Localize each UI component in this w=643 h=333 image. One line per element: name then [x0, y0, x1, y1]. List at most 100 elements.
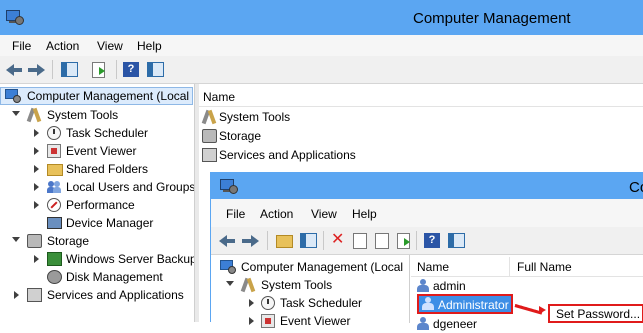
expand-arrow-icon[interactable]: [12, 237, 20, 242]
expand-arrow-icon[interactable]: [34, 129, 39, 137]
back-arrow-icon[interactable]: [219, 232, 237, 249]
list-item[interactable]: Services and Applications: [199, 146, 643, 164]
tree-item-system-tools[interactable]: System Tools: [0, 106, 194, 124]
properties-icon[interactable]: [351, 232, 369, 249]
menu-action[interactable]: Action: [46, 39, 79, 53]
list-item[interactable]: System Tools: [199, 108, 643, 126]
tools-icon: [201, 109, 217, 125]
tree-item-label: Storage: [47, 234, 90, 248]
tree-item-label: Shared Folders: [66, 162, 149, 176]
context-menu-set-password[interactable]: Set Password...: [548, 304, 643, 323]
column-header-name[interactable]: Name: [417, 260, 449, 274]
inner-console-tree: Computer Management (Local System Tools …: [217, 255, 410, 328]
tree-item-services-and-applications[interactable]: Services and Applications: [0, 286, 194, 304]
tree-item-windows-server-backup[interactable]: Windows Server Backup: [0, 250, 197, 268]
user-name: admin: [433, 279, 466, 293]
context-menu-item-label: Set Password...: [556, 307, 641, 321]
list-item-label: System Tools: [219, 110, 291, 124]
expand-arrow-icon[interactable]: [34, 165, 39, 173]
menu-view[interactable]: View: [97, 39, 123, 53]
tree-item-event-viewer[interactable]: Event Viewer: [0, 142, 194, 160]
shared-folder-icon: [47, 164, 63, 176]
up-one-level-icon[interactable]: [275, 232, 293, 249]
refresh-icon[interactable]: [373, 232, 391, 249]
show-hide-console-tree-icon[interactable]: [299, 232, 317, 249]
tree-item-disk-management[interactable]: Disk Management: [0, 268, 194, 286]
menu-help[interactable]: Help: [137, 39, 162, 53]
expand-arrow-icon[interactable]: [34, 201, 39, 209]
tree-item-label: Windows Server Backup: [66, 252, 197, 266]
list-item-label: Storage: [219, 129, 262, 143]
annotation-arrow-head-icon: [539, 306, 546, 314]
toolbar-separator: [416, 231, 417, 250]
user-row-admin[interactable]: admin: [411, 277, 643, 295]
tree-item-local-users-and-groups[interactable]: Local Users and Groups: [0, 178, 196, 196]
toolbar-separator: [52, 60, 53, 79]
toolbar: ?: [0, 56, 643, 84]
tree-item-system-tools[interactable]: System Tools: [217, 276, 409, 294]
menu-view[interactable]: View: [311, 207, 337, 221]
user-name: Administrator: [438, 298, 509, 312]
title-bar[interactable]: Computer Management: [0, 0, 643, 35]
expand-arrow-icon[interactable]: [34, 255, 39, 263]
tree-item-label: Device Manager: [66, 216, 154, 230]
computer-management-icon: [220, 179, 238, 194]
inner-window-title: Co: [629, 179, 643, 196]
performance-icon: [47, 198, 61, 212]
export-list-icon[interactable]: [395, 232, 413, 249]
tree-item-label: Performance: [66, 198, 135, 212]
column-header-name[interactable]: Name: [203, 90, 235, 104]
console-tree: Computer Management (Local System Tools …: [0, 84, 197, 322]
expand-arrow-icon[interactable]: [14, 291, 19, 299]
inner-menu-bar: File Action View Help: [211, 199, 643, 227]
help-icon[interactable]: ?: [122, 61, 140, 78]
tools-icon: [26, 107, 42, 123]
column-divider[interactable]: [509, 257, 510, 276]
event-viewer-icon: [261, 314, 275, 328]
user-icon: [416, 279, 430, 293]
expand-arrow-icon[interactable]: [249, 317, 254, 325]
export-list-icon[interactable]: [90, 61, 108, 78]
tree-item-label: Local Users and Groups: [66, 180, 196, 194]
forward-arrow-icon[interactable]: [242, 232, 260, 249]
tree-item-storage[interactable]: Storage: [0, 232, 194, 250]
toolbar-separator: [323, 231, 324, 250]
show-hide-console-tree-icon[interactable]: [60, 61, 78, 78]
expand-arrow-icon[interactable]: [12, 111, 20, 116]
list-item-label: Services and Applications: [219, 148, 356, 162]
menu-help[interactable]: Help: [352, 207, 377, 221]
tree-item-shared-folders[interactable]: Shared Folders: [0, 160, 194, 178]
back-arrow-icon[interactable]: [6, 61, 24, 78]
show-hide-action-pane-icon[interactable]: [146, 61, 164, 78]
tree-item-event-viewer[interactable]: Event Viewer: [217, 312, 409, 330]
tree-root-label: Computer Management (Local: [27, 89, 190, 103]
column-header-full-name[interactable]: Full Name: [517, 260, 572, 274]
tree-item-label: Task Scheduler: [66, 126, 149, 140]
tree-root-label: Computer Management (Local: [241, 260, 404, 274]
help-icon[interactable]: ?: [423, 232, 441, 249]
tree-item-task-scheduler[interactable]: Task Scheduler: [217, 294, 409, 312]
delete-icon[interactable]: ✕: [329, 232, 347, 249]
list-item[interactable]: Storage: [199, 127, 643, 145]
menu-bar: File Action View Help: [0, 35, 643, 56]
expand-arrow-icon[interactable]: [249, 299, 254, 307]
tree-item-task-scheduler[interactable]: Task Scheduler: [0, 124, 194, 142]
tree-root[interactable]: Computer Management (Local: [217, 258, 409, 276]
expand-arrow-icon[interactable]: [34, 183, 39, 191]
user-icon: [421, 297, 435, 311]
expand-arrow-icon[interactable]: [34, 147, 39, 155]
computer-management-icon: [5, 89, 21, 103]
user-row-administrator[interactable]: Administrator: [417, 294, 513, 314]
show-hide-action-pane-icon[interactable]: [447, 232, 465, 249]
menu-action[interactable]: Action: [260, 207, 293, 221]
expand-arrow-icon[interactable]: [226, 281, 234, 286]
forward-arrow-icon[interactable]: [28, 61, 46, 78]
tree-item-performance[interactable]: Performance: [0, 196, 194, 214]
inner-title-bar[interactable]: Co: [211, 173, 643, 199]
menu-file[interactable]: File: [12, 39, 31, 53]
inner-toolbar: ✕ ?: [211, 227, 643, 255]
menu-file[interactable]: File: [226, 207, 245, 221]
tree-item-device-manager[interactable]: Device Manager: [0, 214, 194, 232]
tree-item-label: Services and Applications: [47, 288, 184, 302]
tree-root[interactable]: Computer Management (Local: [0, 87, 194, 105]
